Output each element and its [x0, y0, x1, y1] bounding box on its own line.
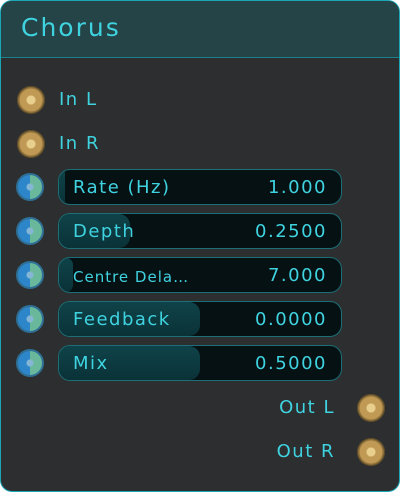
centre-delay-slider-value: 7.000 [267, 265, 327, 286]
output-label-out-l: Out L [279, 397, 335, 418]
param-port-rate[interactable] [16, 173, 44, 201]
node-title: Chorus [21, 13, 121, 42]
output-port-out-l[interactable] [357, 394, 385, 422]
rate-slider-value: 1.000 [267, 177, 327, 198]
input-label-in-l: In L [59, 89, 98, 110]
param-port-mix[interactable] [16, 349, 44, 377]
param-port-depth[interactable] [16, 217, 44, 245]
feedback-slider-value: 0.0000 [255, 309, 327, 330]
centre-delay-slider-fill [59, 258, 74, 292]
param-port-centre-delay[interactable] [16, 261, 44, 289]
feedback-slider[interactable]: Feedback 0.0000 [58, 301, 342, 337]
input-label-in-r: In R [59, 133, 100, 154]
rate-slider-fill [59, 170, 65, 204]
output-label-out-r: Out R [276, 441, 335, 462]
centre-delay-slider-label: Centre Dela… [73, 268, 190, 286]
mix-slider-label: Mix [73, 353, 109, 374]
input-port-in-r[interactable] [17, 130, 45, 158]
depth-slider-value: 0.2500 [255, 221, 327, 242]
node-header[interactable]: Chorus [1, 1, 399, 58]
depth-slider-label: Depth [73, 221, 136, 242]
rate-slider[interactable]: Rate (Hz) 1.000 [58, 169, 342, 205]
chorus-node: Chorus In L In R Rate (Hz) 1.000 Depth 0… [0, 0, 400, 492]
feedback-slider-label: Feedback [73, 309, 171, 330]
input-port-in-l[interactable] [17, 86, 45, 114]
mix-slider-value: 0.5000 [255, 353, 327, 374]
output-port-out-r[interactable] [357, 438, 385, 466]
mix-slider[interactable]: Mix 0.5000 [58, 345, 342, 381]
depth-slider[interactable]: Depth 0.2500 [58, 213, 342, 249]
centre-delay-slider[interactable]: Centre Dela… 7.000 [58, 257, 342, 293]
param-port-feedback[interactable] [16, 305, 44, 333]
rate-slider-label: Rate (Hz) [73, 177, 171, 198]
